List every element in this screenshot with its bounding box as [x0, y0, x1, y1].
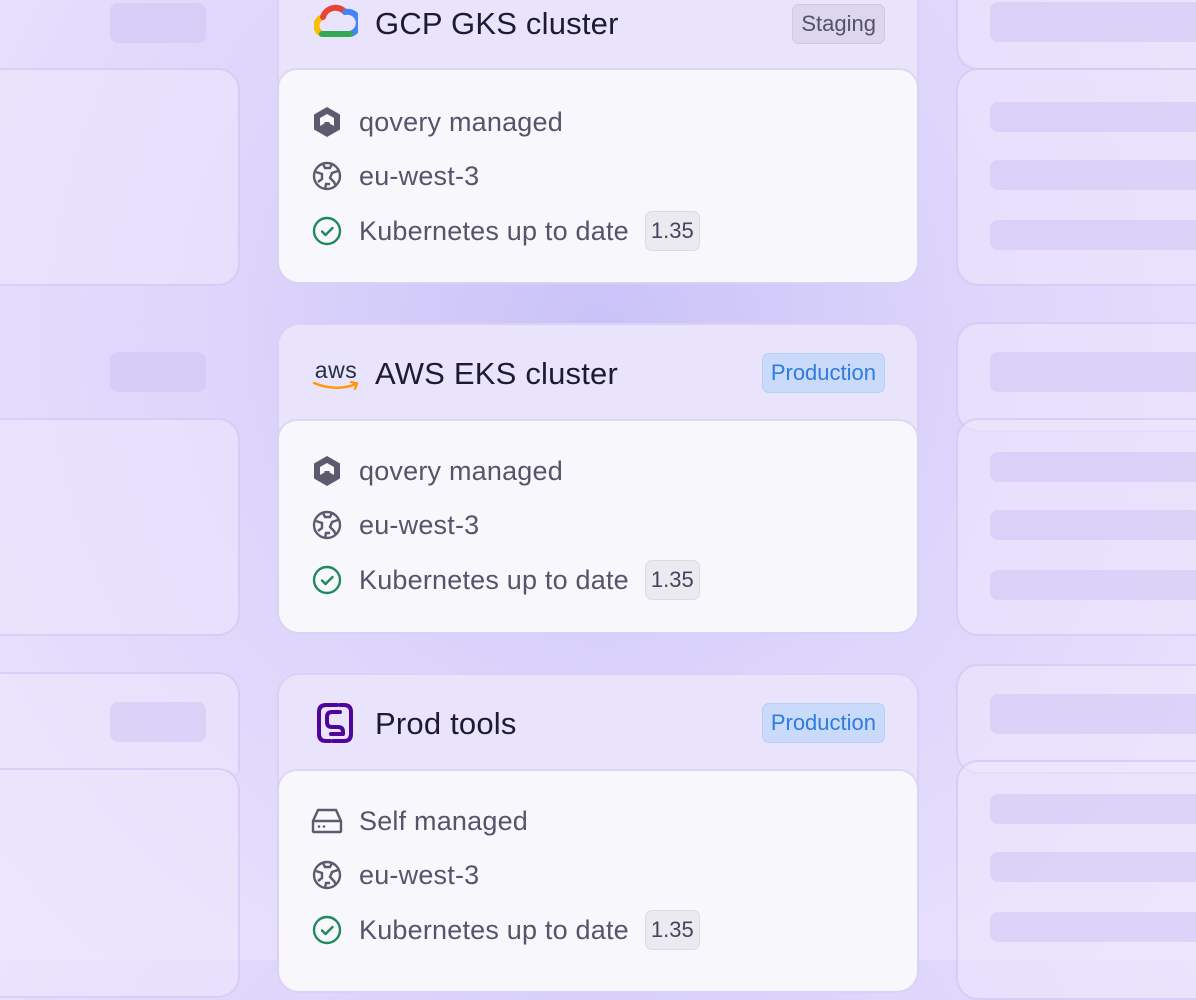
check-circle-icon [311, 564, 343, 596]
ghost-bar [990, 160, 1196, 190]
version-badge: 1.35 [644, 910, 700, 950]
cluster-card-header: Prod tools Production [279, 675, 917, 771]
status-row: Kubernetes up to date 1.35 [311, 560, 700, 600]
environment-badge: Production [761, 353, 885, 393]
cluster-card[interactable]: GCP GKS cluster Staging qovery managed e… [277, 0, 919, 284]
management-label: Self managed [359, 805, 529, 836]
ghost-bar [990, 912, 1196, 942]
management-row: Self managed [311, 803, 528, 839]
ghost-card [0, 68, 240, 286]
status-label: Kubernetes up to date [359, 215, 629, 246]
server-icon [311, 805, 343, 837]
status-row: Kubernetes up to date 1.35 [311, 910, 700, 950]
cluster-card[interactable]: aws AWS EKS cluster Production qovery ma… [277, 323, 919, 634]
ghost-card [0, 768, 240, 998]
cluster-card-header: aws AWS EKS cluster Production [279, 325, 917, 421]
google-cloud-icon [313, 2, 359, 42]
scaleway-icon [315, 701, 355, 745]
ghost-bar [990, 510, 1196, 540]
globe-icon [311, 160, 343, 192]
management-row: qovery managed [311, 104, 563, 140]
ghost-badge [110, 352, 206, 392]
region-label: eu-west-3 [359, 509, 480, 540]
ghost-bar [990, 452, 1196, 482]
aws-icon: aws [311, 355, 361, 395]
qovery-icon [311, 455, 343, 487]
management-row: qovery managed [311, 453, 563, 489]
check-circle-icon [311, 914, 343, 946]
cluster-card[interactable]: Prod tools Production Self managed eu-we… [277, 673, 919, 993]
ghost-bar [990, 694, 1196, 734]
aws-logo-text: aws [314, 357, 358, 383]
region-label: eu-west-3 [359, 160, 480, 191]
environment-badge: Production [761, 703, 885, 743]
region-label: eu-west-3 [359, 859, 480, 890]
cluster-name: Prod tools [375, 706, 517, 741]
ghost-bar [990, 352, 1196, 392]
globe-icon [311, 509, 343, 541]
environment-badge: Staging [792, 4, 885, 44]
ghost-bar [990, 570, 1196, 600]
management-label: qovery managed [359, 455, 563, 486]
ghost-bar [990, 794, 1196, 824]
region-row: eu-west-3 [311, 158, 479, 194]
cluster-name: AWS EKS cluster [375, 356, 619, 391]
qovery-icon [311, 106, 343, 138]
ghost-bar [990, 102, 1196, 132]
status-label: Kubernetes up to date [359, 564, 629, 595]
cluster-name: GCP GKS cluster [375, 6, 619, 41]
region-row: eu-west-3 [311, 857, 479, 893]
cluster-card-body: Self managed eu-west-3 Kubernetes up to … [279, 769, 917, 991]
ghost-bar [990, 852, 1196, 882]
cluster-card-body: qovery managed eu-west-3 Kubernetes up t… [279, 419, 917, 632]
globe-icon [311, 859, 343, 891]
cluster-card-body: qovery managed eu-west-3 Kubernetes up t… [279, 68, 917, 282]
status-label: Kubernetes up to date [359, 914, 629, 945]
status-row: Kubernetes up to date 1.35 [311, 211, 700, 251]
version-badge: 1.35 [644, 211, 700, 251]
cluster-card-header: GCP GKS cluster Staging [279, 0, 917, 70]
region-row: eu-west-3 [311, 507, 479, 543]
ghost-bar [990, 2, 1196, 42]
ghost-bar [990, 220, 1196, 250]
ghost-badge [110, 3, 206, 43]
check-circle-icon [311, 215, 343, 247]
ghost-badge [110, 702, 206, 742]
version-badge: 1.35 [644, 560, 700, 600]
ghost-card [0, 418, 240, 636]
management-label: qovery managed [359, 106, 563, 137]
